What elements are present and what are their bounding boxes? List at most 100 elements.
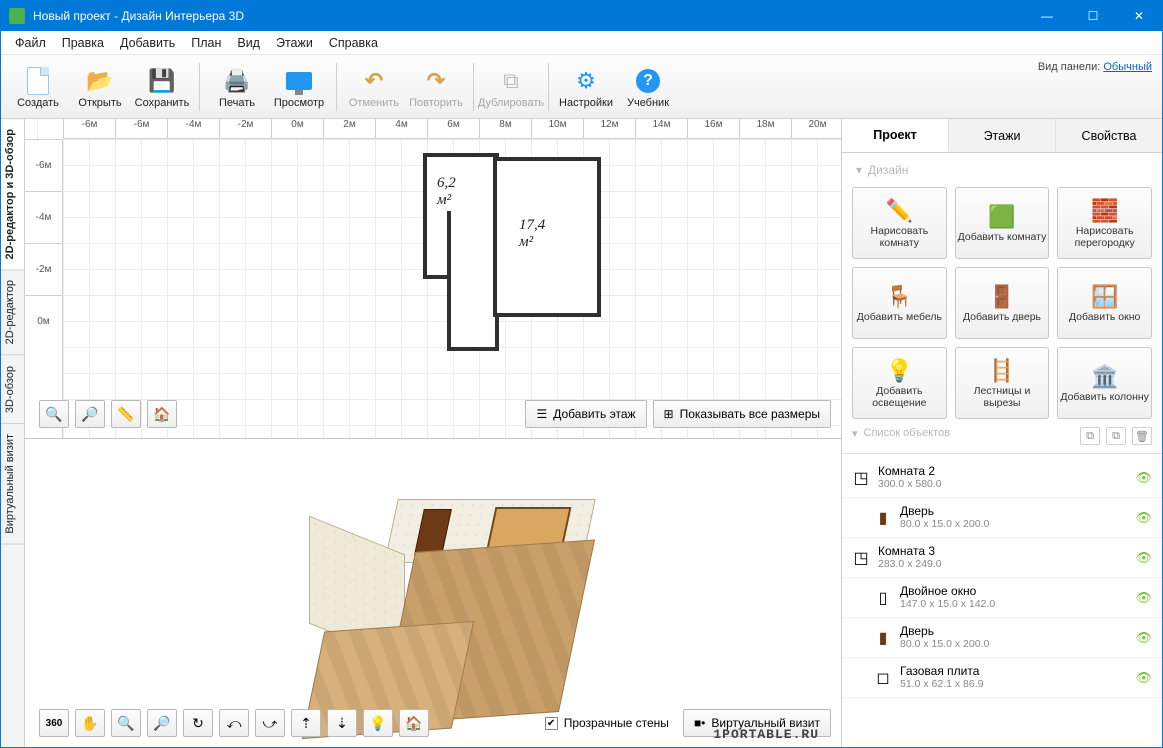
measure-button[interactable]: 📏 <box>111 400 141 428</box>
tab-floors[interactable]: Этажи <box>949 119 1056 152</box>
pane-3d[interactable]: 360 ✋ 🔍 🔎 ↻ ⤺ ⤻ ⇡ ⇣ 💡 🏠 ✔ Прозрачные сте… <box>25 439 841 747</box>
tool-add-room[interactable]: 🟩Добавить комнату <box>955 187 1050 259</box>
copy-icon[interactable]: ⧉ <box>1106 427 1126 445</box>
tree-row[interactable]: ◳Комната 2300.0 x 580.0👁 <box>842 458 1162 498</box>
rotate-left-button[interactable]: ⤺ <box>219 709 249 737</box>
tb-save[interactable]: 💾Сохранить <box>131 58 193 116</box>
menu-view[interactable]: Вид <box>229 33 268 53</box>
camera-icon: ■• <box>694 716 705 730</box>
tb-print[interactable]: 🖨️Печать <box>206 58 268 116</box>
tool-add-column[interactable]: 🏛️Добавить колонну <box>1057 347 1152 419</box>
visibility-icon[interactable]: 👁 <box>1135 510 1152 526</box>
zoom-out-button[interactable]: 🔍 <box>39 400 69 428</box>
menu-file[interactable]: Файл <box>7 33 54 53</box>
titlebar[interactable]: Новый проект - Дизайн Интерьера 3D — ☐ ✕ <box>1 1 1162 31</box>
virtual-visit-button[interactable]: ■•Виртуальный визит <box>683 709 831 737</box>
zoom-in-button[interactable]: 🔎 <box>75 400 105 428</box>
tool-add-window[interactable]: 🪟Добавить окно <box>1057 267 1152 339</box>
duplicate-icon: ⧉ <box>495 65 527 97</box>
tb-new[interactable]: Создать <box>7 58 69 116</box>
section-design: ▾Дизайн <box>842 153 1162 181</box>
visibility-icon[interactable]: 👁 <box>1135 670 1152 686</box>
visibility-icon[interactable]: 👁 <box>1135 630 1152 646</box>
tree-row[interactable]: ▮Дверь80.0 x 15.0 x 200.0👁 <box>842 498 1162 538</box>
minimize-button[interactable]: — <box>1024 1 1070 31</box>
room-b-label: 17,4 м² <box>519 217 545 251</box>
tool-add-light[interactable]: 💡Добавить освещение <box>852 347 947 419</box>
orbit-360-button[interactable]: 360 <box>39 709 69 737</box>
tb-preview[interactable]: Просмотр <box>268 58 330 116</box>
transparent-walls-checkbox[interactable]: ✔ Прозрачные стены <box>545 716 669 730</box>
tool-add-furniture[interactable]: 🪑Добавить мебель <box>852 267 947 339</box>
menu-edit[interactable]: Правка <box>54 33 112 53</box>
tree-row[interactable]: ◻Газовая плита51.0 x 62.1 x 86.9👁 <box>842 658 1162 698</box>
pane-2d[interactable]: -6м-6м-4м-2м0м2м4м6м8м10м12м14м16м18м20м… <box>25 119 841 439</box>
close-button[interactable]: ✕ <box>1116 1 1162 31</box>
tree-row[interactable]: ▯Двойное окно147.0 x 15.0 x 142.0👁 <box>842 578 1162 618</box>
delete-icon[interactable]: 🗑 <box>1132 427 1152 445</box>
tool-stairs[interactable]: 🪜Лестницы и вырезы <box>955 347 1050 419</box>
menu-plan[interactable]: План <box>183 33 229 53</box>
tb-settings[interactable]: ⚙Настройки <box>555 58 617 116</box>
item-text: Двойное окно147.0 x 15.0 x 142.0 <box>900 584 1135 611</box>
side-tab-3d[interactable]: 3D-обзор <box>1 356 24 424</box>
tb-open[interactable]: 📂Открыть <box>69 58 131 116</box>
column-icon: 🏛️ <box>1091 363 1118 391</box>
filter-icon[interactable]: ⧉ <box>1080 427 1100 445</box>
visibility-icon[interactable]: 👁 <box>1135 590 1152 606</box>
add-floor-button[interactable]: ☰Добавить этаж <box>525 400 646 428</box>
side-tab-2d[interactable]: 2D-редактор <box>1 270 24 355</box>
tool-draw-room[interactable]: ✏️Нарисовать комнату <box>852 187 947 259</box>
menu-add[interactable]: Добавить <box>112 33 183 53</box>
menu-help[interactable]: Справка <box>321 33 386 53</box>
maximize-button[interactable]: ☐ <box>1070 1 1116 31</box>
tab-properties[interactable]: Свойства <box>1056 119 1162 152</box>
reset-view-button[interactable]: ↻ <box>183 709 213 737</box>
pan-button[interactable]: ✋ <box>75 709 105 737</box>
home-3d-button[interactable]: 🏠 <box>399 709 429 737</box>
object-tree[interactable]: ◳Комната 2300.0 x 580.0👁▮Дверь80.0 x 15.… <box>842 453 1162 747</box>
tb-duplicate[interactable]: ⧉Дублировать <box>480 58 542 116</box>
light-button[interactable]: 💡 <box>363 709 393 737</box>
bricks-icon: 🧱 <box>1091 197 1118 225</box>
zoom-out-3d-button[interactable]: 🔍 <box>111 709 141 737</box>
zoom-in-3d-button[interactable]: 🔎 <box>147 709 177 737</box>
side-tabs: 2D-редактор и 3D-обзор 2D-редактор 3D-об… <box>1 119 25 747</box>
visibility-icon[interactable]: 👁 <box>1135 470 1152 486</box>
door-icon: 🚪 <box>988 283 1015 311</box>
side-tab-visit[interactable]: Виртуальный визит <box>1 424 24 545</box>
home-button[interactable]: 🏠 <box>147 400 177 428</box>
visibility-icon[interactable]: 👁 <box>1135 550 1152 566</box>
item-text: Комната 2300.0 x 580.0 <box>878 464 1135 491</box>
item-icon: ◻ <box>870 668 896 688</box>
side-tab-2d3d[interactable]: 2D-редактор и 3D-обзор <box>1 119 24 270</box>
tree-row[interactable]: ▮Дверь80.0 x 15.0 x 200.0👁 <box>842 618 1162 658</box>
tb-undo[interactable]: ↶Отменить <box>343 58 405 116</box>
window-title: Новый проект - Дизайн Интерьера 3D <box>33 9 1024 23</box>
item-text: Комната 3283.0 x 249.0 <box>878 544 1135 571</box>
rotate-right-button[interactable]: ⤻ <box>255 709 285 737</box>
body: 2D-редактор и 3D-обзор 2D-редактор 3D-об… <box>1 119 1162 747</box>
item-icon: ◳ <box>848 548 874 568</box>
item-icon: ▮ <box>870 628 896 648</box>
file-icon <box>27 67 49 95</box>
tree-row[interactable]: ◳Комната 3283.0 x 249.0👁 <box>842 538 1162 578</box>
tilt-down-button[interactable]: ⇣ <box>327 709 357 737</box>
tb-redo[interactable]: ↷Повторить <box>405 58 467 116</box>
view3d-right: ✔ Прозрачные стены ■•Виртуальный визит <box>545 709 831 737</box>
monitor-icon <box>283 65 315 97</box>
item-icon: ◳ <box>848 468 874 488</box>
show-dimensions-button[interactable]: ⊞Показывать все размеры <box>653 400 831 428</box>
view3d-controls: 360 ✋ 🔍 🔎 ↻ ⤺ ⤻ ⇡ ⇣ 💡 🏠 <box>39 709 429 737</box>
tb-tutorial[interactable]: ?Учебник <box>617 58 679 116</box>
menu-floors[interactable]: Этажи <box>268 33 321 53</box>
tool-add-door[interactable]: 🚪Добавить дверь <box>955 267 1050 339</box>
item-text: Дверь80.0 x 15.0 x 200.0 <box>900 504 1135 531</box>
tilt-up-button[interactable]: ⇡ <box>291 709 321 737</box>
canvas-area: -6м-6м-4м-2м0м2м4м6м8м10м12м14м16м18м20м… <box>25 119 842 747</box>
tool-draw-partition[interactable]: 🧱Нарисовать перегородку <box>1057 187 1152 259</box>
tab-project[interactable]: Проект <box>842 119 949 152</box>
item-text: Газовая плита51.0 x 62.1 x 86.9 <box>900 664 1135 691</box>
panel-type-link[interactable]: Обычный <box>1103 61 1152 73</box>
save-icon: 💾 <box>146 65 178 97</box>
